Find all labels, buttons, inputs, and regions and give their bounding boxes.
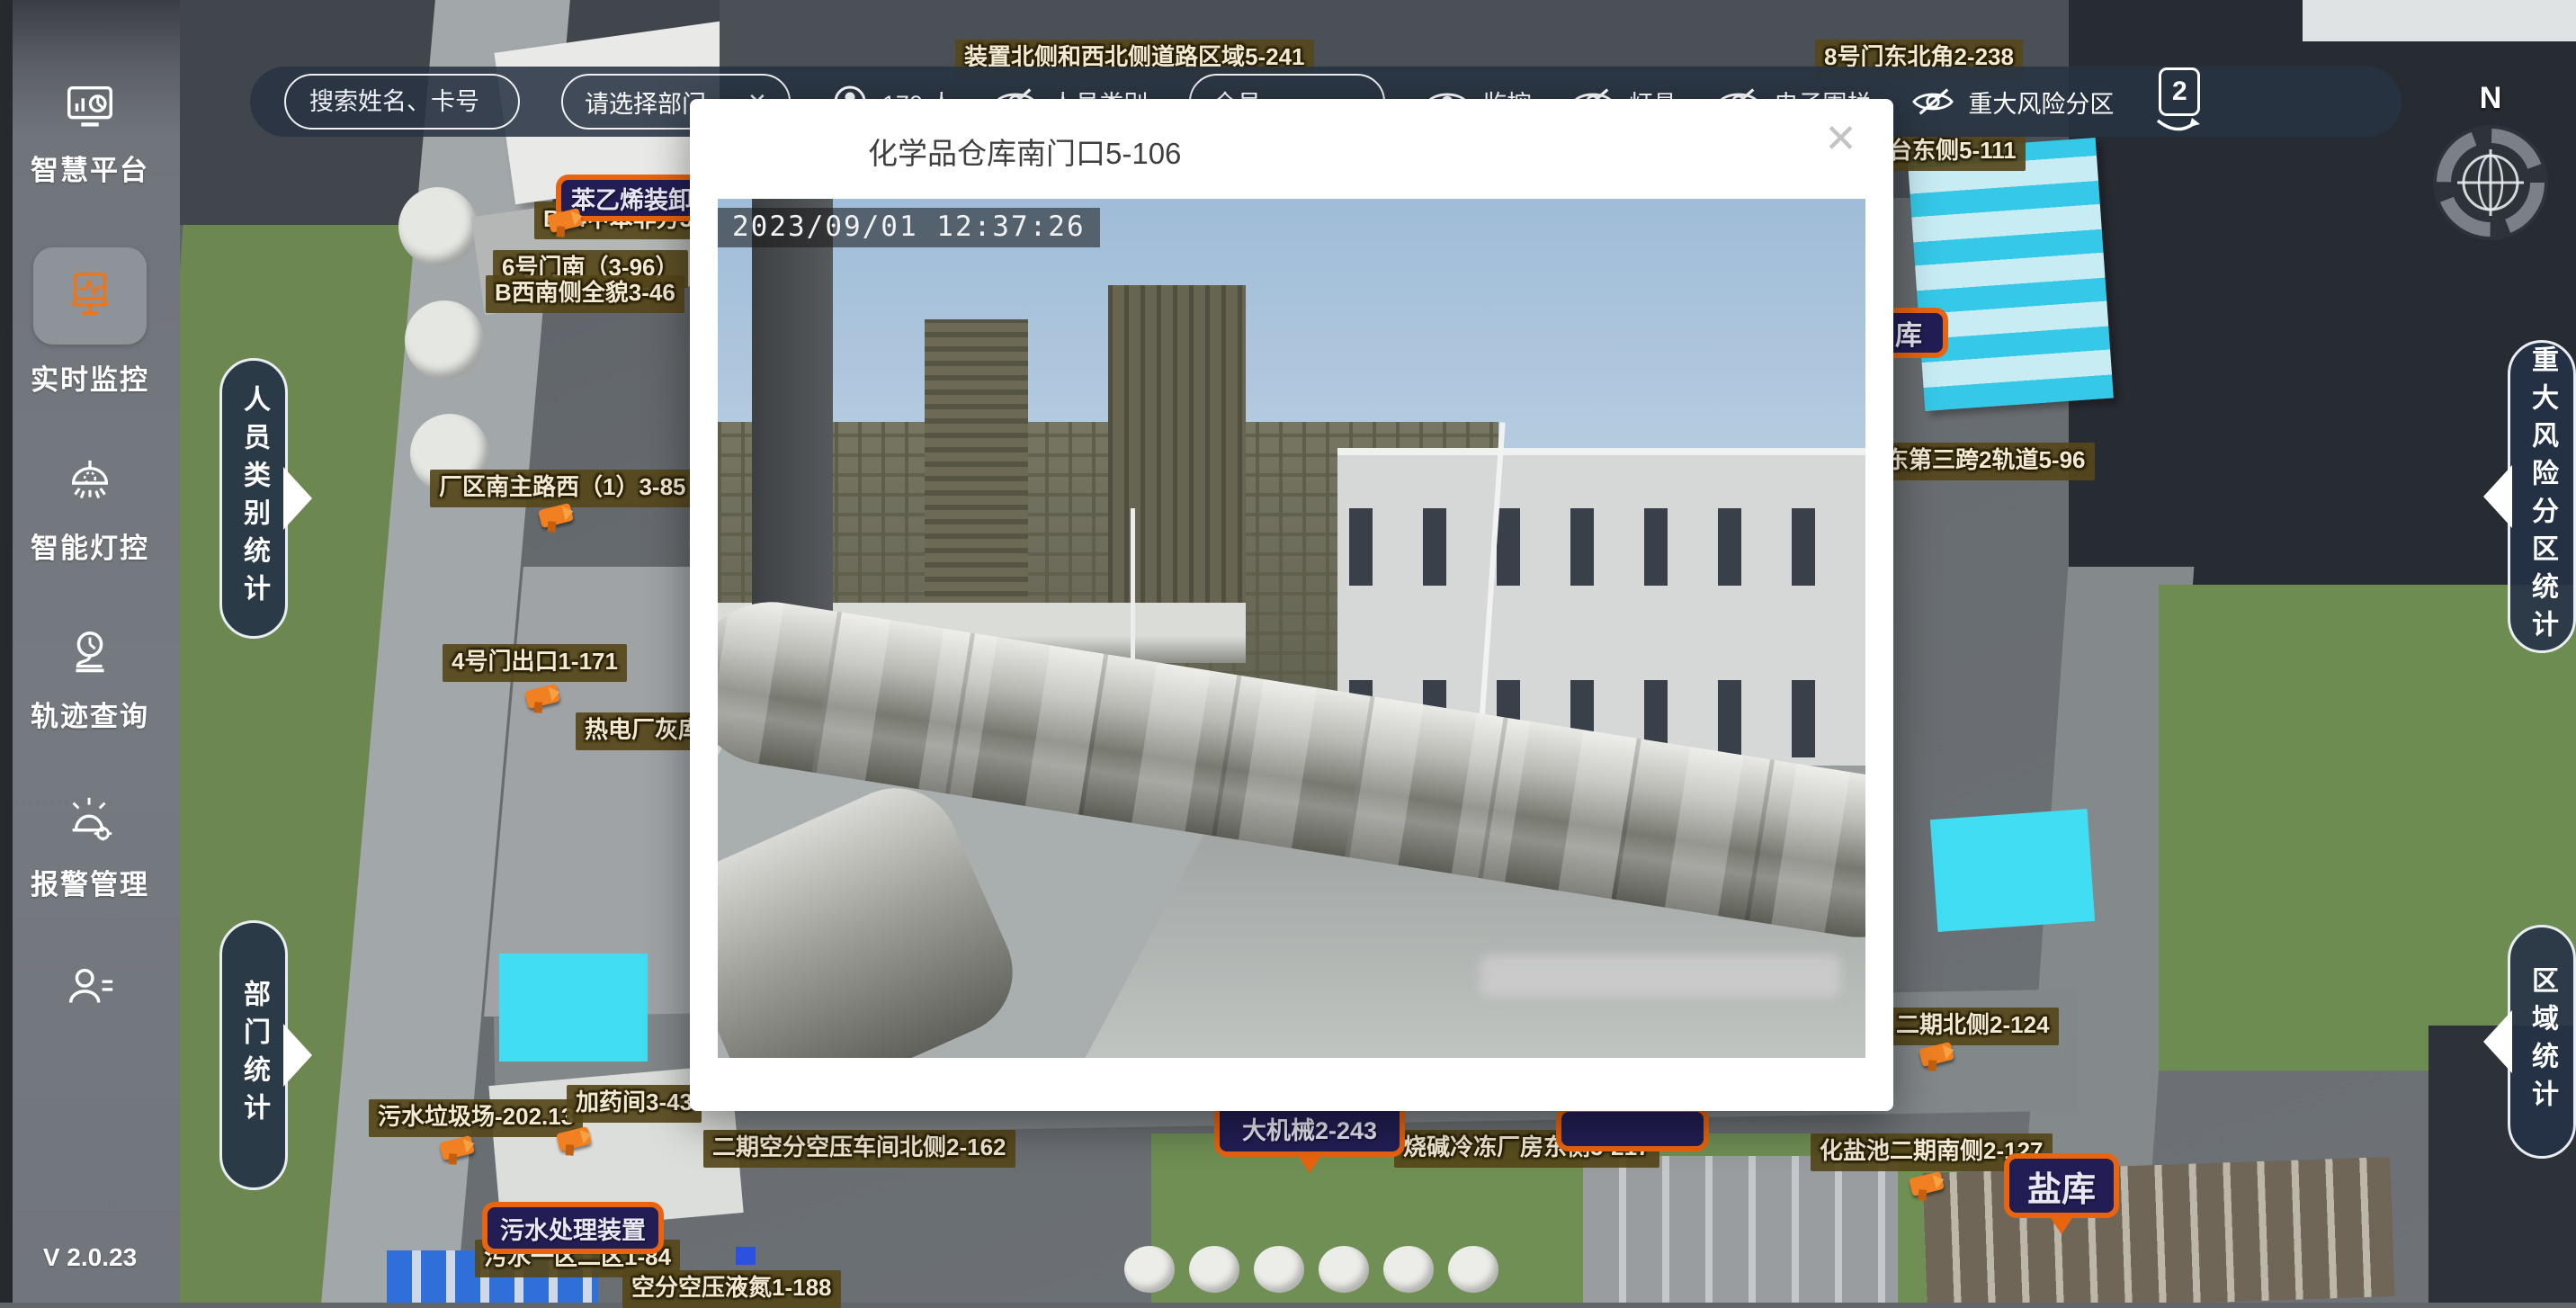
tab-department-stats[interactable]: 部门统计 xyxy=(219,920,288,1190)
map-warehouse xyxy=(1583,1156,1898,1303)
feed-tower xyxy=(925,319,1028,612)
realtime-monitor-icon xyxy=(33,247,147,345)
tab-label: 人员类别统计 xyxy=(234,385,273,612)
eye-slash-icon xyxy=(1912,87,1954,116)
feed-timestamp: 2023/09/01 12:37:26 xyxy=(718,208,1100,247)
alarm-bell-icon xyxy=(62,793,118,849)
map-tank xyxy=(405,300,484,380)
feed-building-windows xyxy=(1349,508,1865,586)
sidebar: 智慧平台实时监控智能灯控轨迹查询报警管理 V 2.0.23 xyxy=(0,0,180,1303)
tab-area-stats[interactable]: 区域统计 xyxy=(2508,925,2576,1159)
map-area-callout[interactable]: 污水处理装置 xyxy=(482,1202,664,1254)
map-pool xyxy=(499,954,648,1062)
map-cyan-building xyxy=(1907,138,2114,411)
camera-feed: 2023/09/01 12:37:26 xyxy=(718,199,1865,1058)
feed-tower xyxy=(1108,285,1246,629)
compass-north-label: N xyxy=(2480,81,2502,116)
toggle-major-risk-zone[interactable]: 重大风险分区 xyxy=(1912,85,2114,120)
sidebar-item-label: 报警管理 xyxy=(31,862,149,902)
camera-modal-title: 化学品仓库南门口5-106 xyxy=(868,130,1181,173)
rotate-arrow-icon xyxy=(2155,118,2204,136)
tab-major-risk-zone-stats[interactable]: 重大风险分区统计 xyxy=(2508,340,2576,653)
sidebar-item-label: 轨迹查询 xyxy=(31,694,149,734)
app-version: V 2.0.23 xyxy=(0,1243,180,1272)
sidebar-item-personnel[interactable] xyxy=(62,962,118,1012)
toggle-label: 重大风险分区 xyxy=(1968,85,2114,120)
map-camera-tag[interactable]: 污水垃圾场-202.13 xyxy=(369,1099,583,1137)
map-pool xyxy=(1930,809,2095,932)
map-blue-cube xyxy=(736,1247,756,1265)
mode-2d-button[interactable]: 2 xyxy=(2155,67,2204,136)
map-area-callout[interactable]: 盐库 xyxy=(2004,1153,2119,1218)
map-white-strip-topright xyxy=(2303,0,2576,41)
map-warehouse-brown xyxy=(1922,1157,2394,1303)
close-icon[interactable]: ✕ xyxy=(1819,119,1863,160)
tab-label: 重大风险分区统计 xyxy=(2522,345,2562,648)
sidebar-item-realtime-monitoring[interactable]: 实时监控 xyxy=(31,247,149,398)
map-tank xyxy=(398,187,478,266)
feed-dark-column xyxy=(752,199,832,663)
map-camera-tag[interactable]: 厂区南主路西（1）3-85 xyxy=(430,470,695,507)
sidebar-item-smart-lighting[interactable]: 智能灯控 xyxy=(31,457,149,566)
map-camera-tag[interactable]: 二期北侧2-124 xyxy=(1887,1008,2059,1045)
search-input-pill[interactable] xyxy=(284,74,520,130)
track-query-icon xyxy=(62,625,118,681)
sidebar-item-label: 智慧平台 xyxy=(31,148,149,188)
camera-modal: 化学品仓库南门口5-106 ✕ 2023/09/01 12:37:26 xyxy=(690,99,1893,1111)
dashboard-monitor-icon xyxy=(62,79,118,135)
search-input[interactable] xyxy=(308,87,496,117)
tab-person-category-stats[interactable]: 人员类别统计 xyxy=(219,358,288,639)
sidebar-item-label: 实时监控 xyxy=(31,357,149,398)
feed-blurred-watermark xyxy=(1480,955,1840,997)
compass[interactable]: N xyxy=(2430,122,2551,243)
person-list-icon xyxy=(62,962,118,1012)
compass-dial-icon xyxy=(2430,122,2551,243)
map-area-callout[interactable] xyxy=(1556,1106,1709,1151)
tab-label: 部门统计 xyxy=(234,980,273,1131)
map-camera-tag[interactable]: 东第三跨2轨道5-96 xyxy=(1876,443,2095,480)
smart-light-icon xyxy=(62,457,118,513)
map-camera-tag[interactable]: 二期空分空压车间北侧2-162 xyxy=(703,1130,1015,1168)
mode-2d-badge: 2 xyxy=(2159,67,2200,116)
sidebar-item-track-query[interactable]: 轨迹查询 xyxy=(31,625,149,734)
map-camera-tag[interactable]: B西南侧全貌3-46 xyxy=(486,275,684,313)
sidebar-item-alarm-management[interactable]: 报警管理 xyxy=(31,793,149,902)
sidebar-item-label: 智能灯控 xyxy=(31,525,149,566)
sidebar-item-smart-platform[interactable]: 智慧平台 xyxy=(31,79,149,188)
tab-label: 区域统计 xyxy=(2522,966,2562,1117)
department-select-value: 请选择部门 xyxy=(585,85,706,120)
map-tank-row xyxy=(1124,1246,1520,1300)
map-camera-tag[interactable]: 4号门出口1-171 xyxy=(443,644,627,682)
map-camera-tag[interactable]: 加药间3-43 xyxy=(567,1085,702,1123)
